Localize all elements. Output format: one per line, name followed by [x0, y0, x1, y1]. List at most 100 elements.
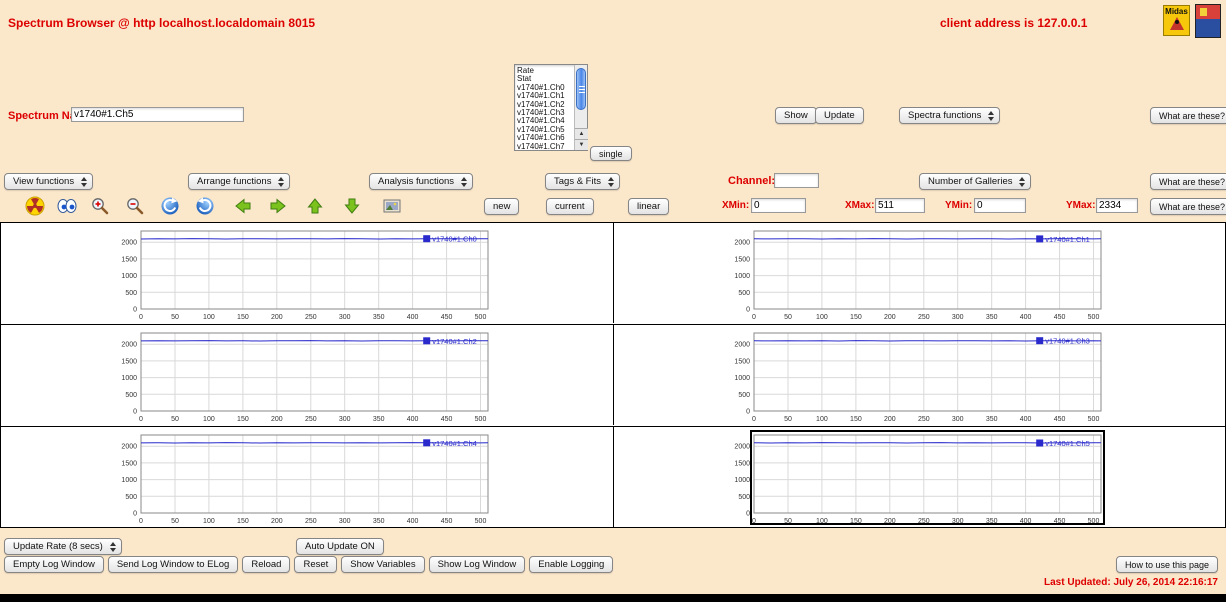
spectrum-name-input[interactable] — [71, 107, 244, 122]
xmin-input[interactable] — [751, 198, 806, 213]
svg-text:0: 0 — [133, 409, 137, 416]
chart-v1740-ch5[interactable]: 0501001502002503003504004505000500100015… — [614, 427, 1226, 527]
arrow-up-icon[interactable] — [305, 196, 325, 216]
current-button[interactable]: current — [546, 198, 594, 215]
charts-grid: 0501001502002503003504004505000500100015… — [0, 222, 1226, 528]
chevron-updown-icon — [608, 177, 614, 187]
rotate-left-icon[interactable] — [160, 196, 180, 216]
svg-text:400: 400 — [407, 416, 419, 423]
show-log-window-button[interactable]: Show Log Window — [429, 556, 526, 573]
radiation-icon[interactable] — [25, 196, 45, 216]
auto-update-button[interactable]: Auto Update ON — [296, 538, 384, 555]
svg-text:100: 100 — [203, 314, 215, 321]
empty-log-window-button[interactable]: Empty Log Window — [4, 556, 104, 573]
svg-text:1500: 1500 — [734, 358, 750, 365]
scroll-up-icon[interactable]: ▲ — [575, 128, 588, 139]
arrange-functions-select[interactable]: Arrange functions — [188, 173, 290, 190]
scrollbar-thumb[interactable] — [576, 68, 586, 110]
svg-text:450: 450 — [441, 416, 453, 423]
scroll-down-icon[interactable]: ▼ — [575, 139, 588, 150]
single-button[interactable]: single — [590, 146, 632, 161]
reset-button[interactable]: Reset — [294, 556, 337, 573]
svg-text:50: 50 — [171, 416, 179, 423]
chart-v1740-ch2[interactable]: 0501001502002503003504004505000500100015… — [1, 325, 614, 425]
svg-text:500: 500 — [125, 392, 137, 399]
show-button[interactable]: Show — [775, 107, 817, 124]
svg-text:2000: 2000 — [121, 240, 137, 247]
spectra-functions-label: Spectra functions — [908, 110, 981, 121]
chart-v1740-ch1[interactable]: 0501001502002503003504004505000500100015… — [614, 223, 1226, 323]
chart-v1740-ch4[interactable]: 0501001502002503003504004505000500100015… — [1, 427, 614, 527]
reload-button[interactable]: Reload — [242, 556, 290, 573]
analysis-functions-select[interactable]: Analysis functions — [369, 173, 473, 190]
spectrum-listbox[interactable]: Rate Stat v1740#1.Ch0 v1740#1.Ch1 v1740#… — [514, 64, 588, 151]
view-functions-select[interactable]: View functions — [4, 173, 93, 190]
list-item[interactable]: v1740#1.Ch7 — [515, 143, 574, 150]
svg-text:2000: 2000 — [734, 240, 750, 247]
svg-text:50: 50 — [171, 314, 179, 321]
svg-text:1500: 1500 — [734, 460, 750, 467]
svg-text:50: 50 — [171, 518, 179, 525]
svg-text:200: 200 — [883, 416, 895, 423]
arrow-down-icon[interactable] — [342, 196, 362, 216]
chart-v1740-ch3[interactable]: 0501001502002503003504004505000500100015… — [614, 325, 1226, 425]
chevron-updown-icon — [278, 177, 284, 187]
svg-text:500: 500 — [475, 518, 487, 525]
spectrum-list-items: Rate Stat v1740#1.Ch0 v1740#1.Ch1 v1740#… — [515, 67, 574, 150]
channel-input[interactable] — [774, 173, 819, 188]
svg-text:1500: 1500 — [121, 460, 137, 467]
number-of-galleries-label: Number of Galleries — [928, 176, 1012, 187]
spectrum-browser-page: Spectrum Browser @ http localhost.locald… — [0, 0, 1226, 602]
zoom-out-icon[interactable] — [125, 196, 145, 216]
svg-text:500: 500 — [475, 314, 487, 321]
svg-text:2000: 2000 — [121, 444, 137, 451]
how-to-use-button[interactable]: How to use this page — [1116, 556, 1218, 573]
svg-text:v1740#1.Ch4: v1740#1.Ch4 — [432, 439, 477, 448]
svg-text:400: 400 — [1019, 314, 1031, 321]
svg-text:350: 350 — [985, 314, 997, 321]
update-rate-select[interactable]: Update Rate (8 secs) — [4, 538, 122, 555]
show-variables-button[interactable]: Show Variables — [341, 556, 424, 573]
svg-text:0: 0 — [139, 314, 143, 321]
send-log-to-elog-button[interactable]: Send Log Window to ELog — [108, 556, 239, 573]
linear-button[interactable]: linear — [628, 198, 669, 215]
arrow-left-icon[interactable] — [233, 196, 253, 216]
gallery-icon[interactable] — [382, 196, 402, 216]
spectra-functions-select[interactable]: Spectra functions — [899, 107, 1000, 124]
svg-text:1000: 1000 — [734, 273, 750, 280]
ymax-input[interactable] — [1096, 198, 1138, 213]
svg-text:200: 200 — [883, 314, 895, 321]
svg-text:100: 100 — [816, 314, 828, 321]
new-button[interactable]: new — [484, 198, 519, 215]
listbox-scrollbar[interactable]: ▲ ▼ — [574, 65, 587, 150]
what-are-these-button-1[interactable]: What are these? — [1150, 107, 1226, 124]
svg-text:v1740#1.Ch1: v1740#1.Ch1 — [1045, 235, 1090, 244]
chart-row-2: 0501001502002503003504004505000500100015… — [0, 324, 1226, 426]
svg-text:1500: 1500 — [121, 358, 137, 365]
svg-text:0: 0 — [133, 511, 137, 518]
svg-text:500: 500 — [738, 290, 750, 297]
experiment-logo-icon — [1195, 4, 1221, 38]
svg-text:v1740#1.Ch0: v1740#1.Ch0 — [432, 235, 477, 244]
chart-v1740-ch0[interactable]: 0501001502002503003504004505000500100015… — [1, 223, 614, 323]
eyes-icon[interactable] — [57, 196, 77, 216]
arrow-right-icon[interactable] — [268, 196, 288, 216]
tags-fits-label: Tags & Fits — [554, 176, 601, 187]
arrange-functions-label: Arrange functions — [197, 176, 271, 187]
experiment-logo-bottom — [1196, 19, 1220, 37]
ymin-input[interactable] — [974, 198, 1026, 213]
rotate-right-icon[interactable] — [195, 196, 215, 216]
svg-text:100: 100 — [203, 518, 215, 525]
zoom-in-icon[interactable] — [90, 196, 110, 216]
update-button[interactable]: Update — [815, 107, 864, 124]
number-of-galleries-select[interactable]: Number of Galleries — [919, 173, 1031, 190]
view-functions-label: View functions — [13, 176, 74, 187]
xmax-input[interactable] — [875, 198, 925, 213]
enable-logging-button[interactable]: Enable Logging — [529, 556, 613, 573]
tags-fits-select[interactable]: Tags & Fits — [545, 173, 620, 190]
chevron-updown-icon — [461, 177, 467, 187]
chevron-updown-icon — [988, 111, 994, 121]
chevron-updown-icon — [81, 177, 87, 187]
what-are-these-button-3[interactable]: What are these? — [1150, 198, 1226, 215]
what-are-these-button-2[interactable]: What are these? — [1150, 173, 1226, 190]
